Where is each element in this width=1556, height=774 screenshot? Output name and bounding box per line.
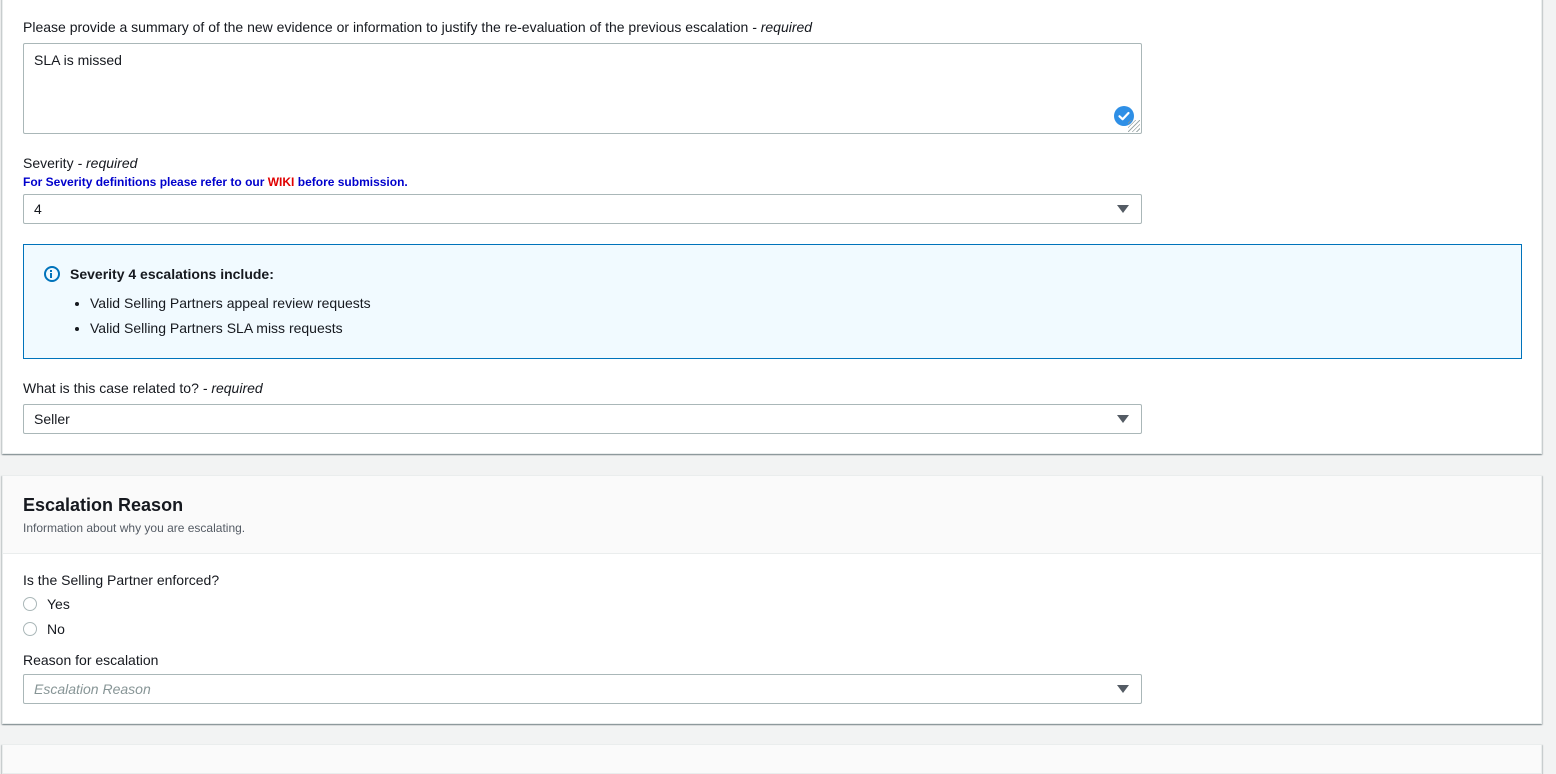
caret-down-icon (1117, 205, 1129, 213)
severity-info-alert: Severity 4 escalations include: Valid Se… (23, 244, 1522, 359)
info-list-item: Valid Selling Partners appeal review req… (90, 291, 371, 316)
caret-down-icon (1117, 685, 1129, 693)
case-related-select[interactable]: Seller (23, 404, 1142, 434)
enforced-question-label: Is the Selling Partner enforced? (23, 572, 220, 588)
next-section-card (2, 744, 1542, 774)
severity-hint: For Severity definitions please refer to… (23, 175, 408, 189)
caret-down-icon (1117, 415, 1129, 423)
evidence-summary-textarea[interactable]: SLA is missed (23, 43, 1142, 134)
severity-label: Severity - required (23, 155, 138, 171)
radio-option-no[interactable]: No (23, 619, 65, 639)
evidence-summary-value: SLA is missed (34, 52, 122, 68)
case-details-card: Please provide a summary of of the new e… (2, 0, 1542, 454)
radio-button[interactable] (23, 622, 37, 636)
case-related-label: What is this case related to? - required (23, 380, 263, 396)
case-related-value: Seller (34, 411, 70, 427)
escalation-reason-select[interactable]: Escalation Reason (23, 674, 1142, 704)
radio-button[interactable] (23, 597, 37, 611)
radio-label: No (47, 621, 65, 637)
radio-option-yes[interactable]: Yes (23, 594, 70, 614)
severity-select[interactable]: 4 (23, 194, 1142, 224)
section-header: Escalation Reason Information about why … (3, 476, 1541, 554)
info-list-item: Valid Selling Partners SLA miss requests (90, 316, 371, 341)
info-icon (44, 266, 60, 282)
severity-value: 4 (34, 201, 42, 217)
resize-handle-icon[interactable] (1128, 120, 1140, 132)
escalation-reason-card: Escalation Reason Information about why … (2, 475, 1542, 724)
info-list: Valid Selling Partners appeal review req… (70, 291, 371, 341)
section-title: Escalation Reason (23, 495, 184, 515)
section-subtitle: Information about why you are escalating… (23, 521, 246, 535)
escalation-reason-placeholder: Escalation Reason (34, 681, 151, 697)
radio-label: Yes (47, 596, 70, 612)
reason-label: Reason for escalation (23, 652, 159, 668)
wiki-link[interactable]: WIKI (268, 175, 295, 189)
evidence-summary-label: Please provide a summary of of the new e… (23, 19, 813, 35)
info-title: Severity 4 escalations include: (70, 266, 274, 282)
